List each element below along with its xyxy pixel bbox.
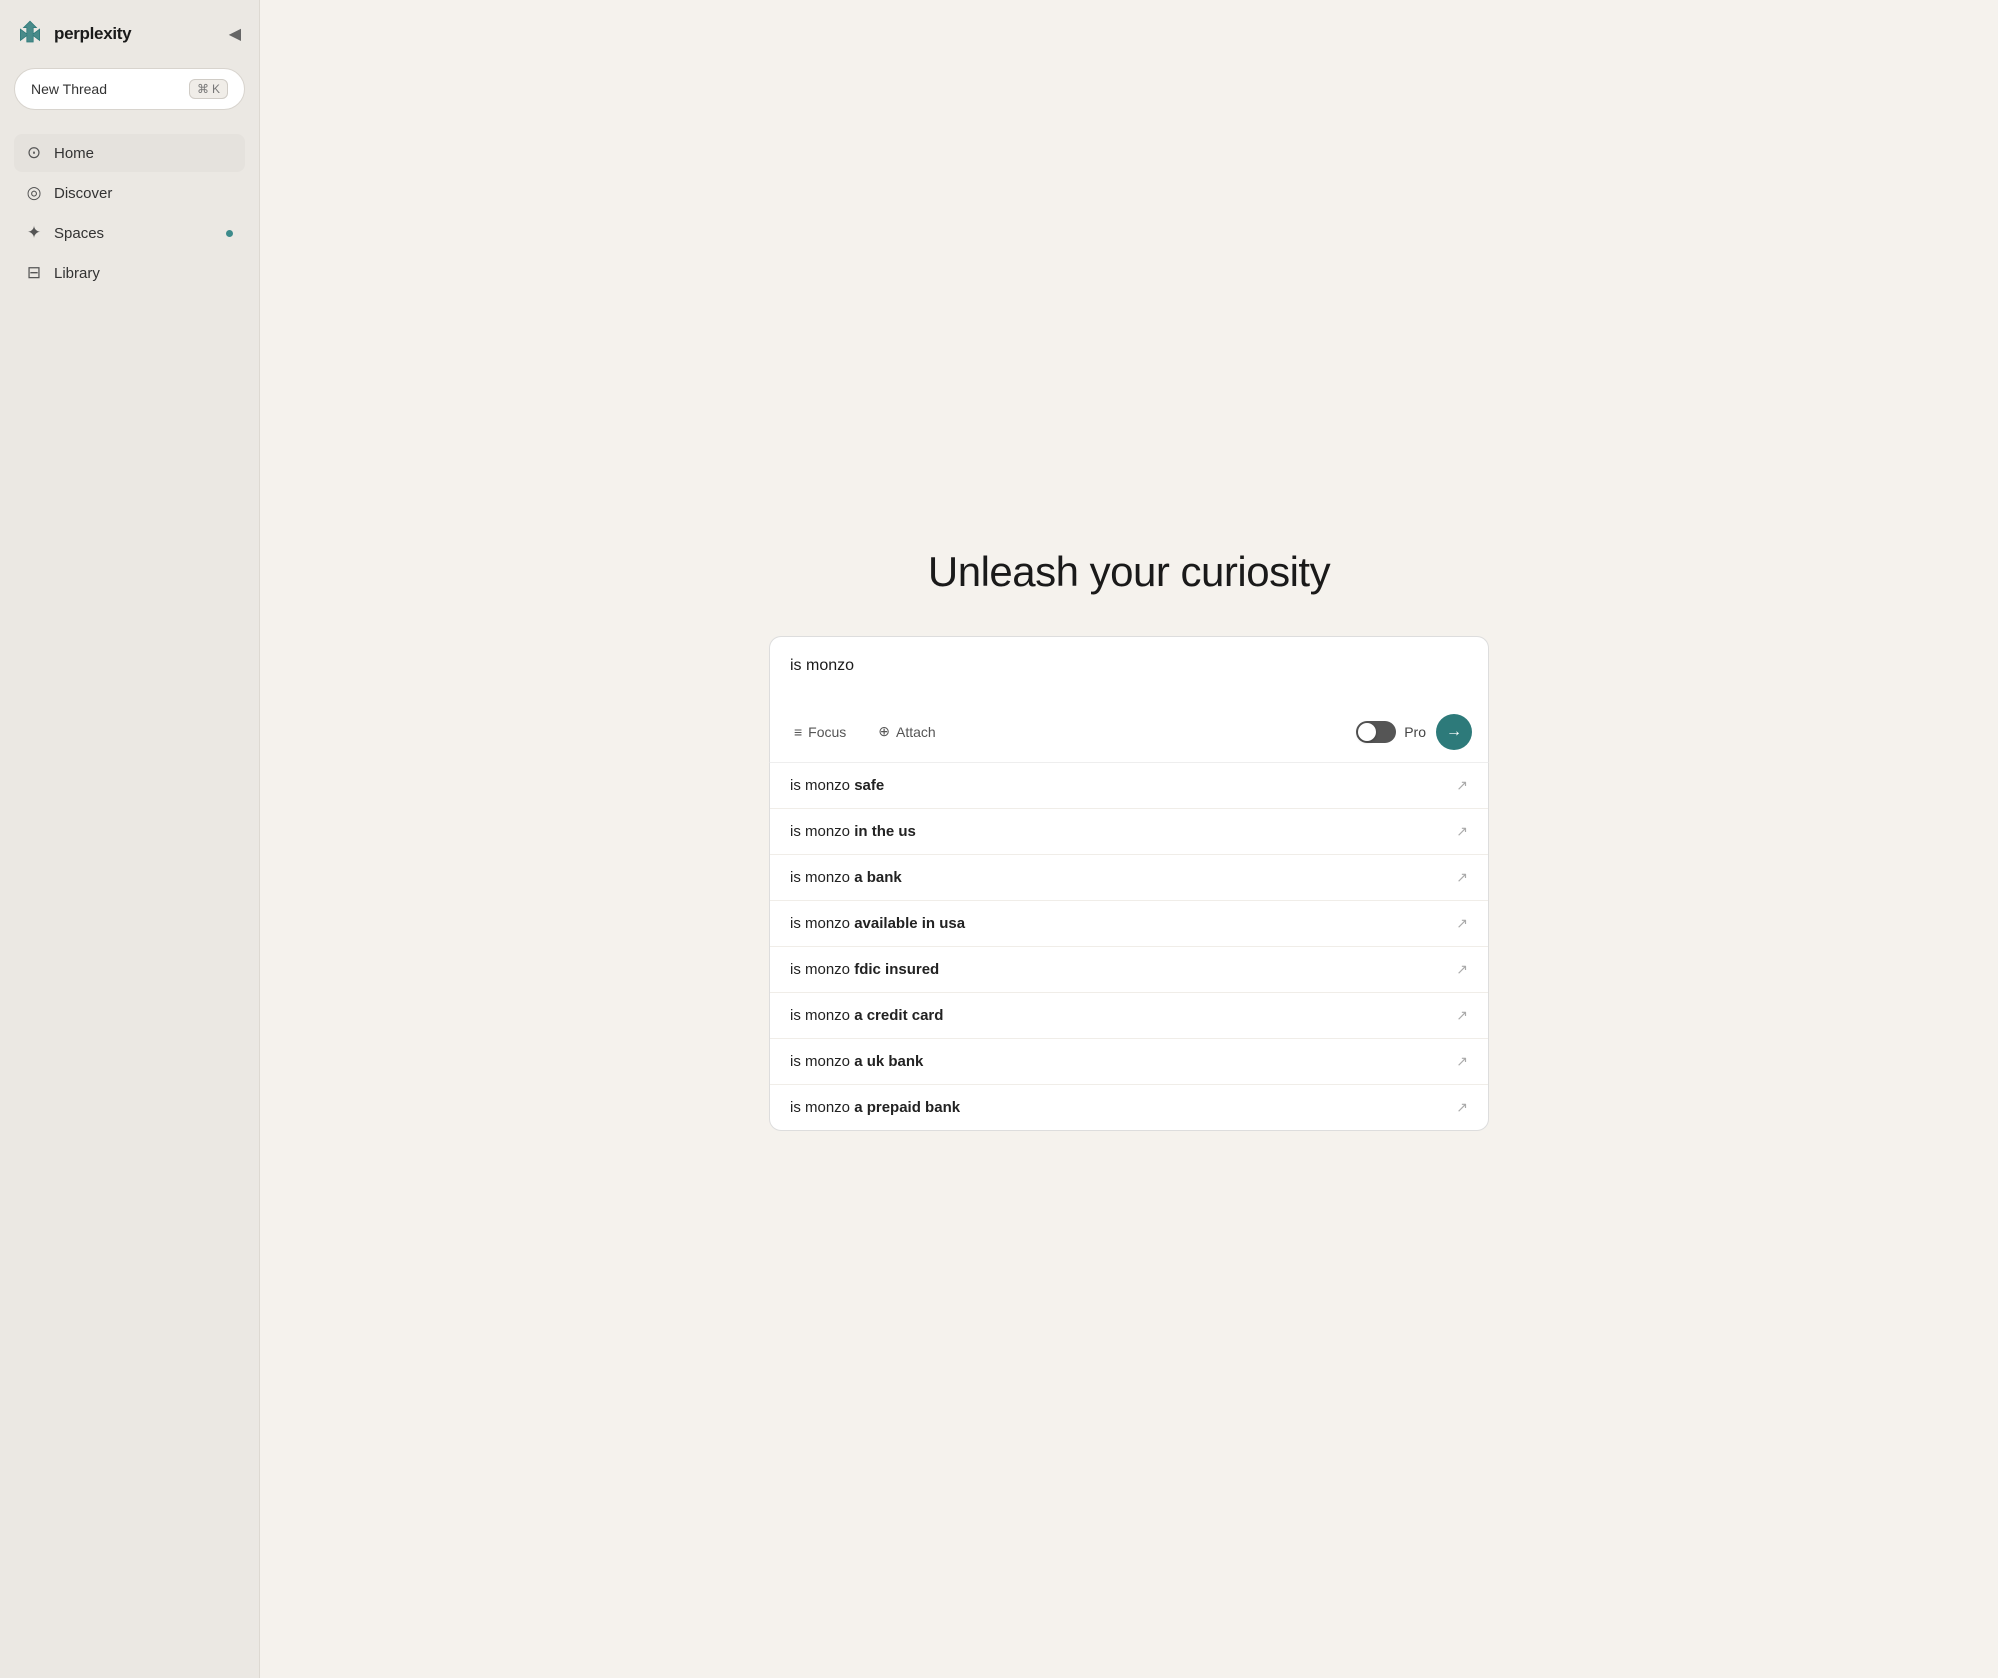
sidebar-header: perplexity ◀ bbox=[14, 18, 245, 50]
nav-items: ⊙ Home ◎ Discover ✦ Spaces ⊟ Library bbox=[14, 134, 245, 292]
pro-label: Pro bbox=[1404, 724, 1426, 740]
autocomplete-arrow-icon: ↗ bbox=[1456, 1099, 1468, 1116]
autocomplete-text: is monzo fdic insured bbox=[790, 961, 939, 978]
search-box: is monzo ≡ Focus ⊕ Attach bbox=[769, 636, 1489, 763]
sidebar-item-label-discover: Discover bbox=[54, 185, 112, 202]
toggle-area: Pro bbox=[1356, 721, 1426, 743]
autocomplete-item[interactable]: is monzo in the us ↗ bbox=[770, 808, 1488, 854]
autocomplete-item[interactable]: is monzo a prepaid bank ↗ bbox=[770, 1084, 1488, 1130]
main-content: Unleash your curiosity is monzo ≡ Focus … bbox=[260, 0, 1998, 1678]
autocomplete-dropdown: is monzo safe ↗ is monzo in the us ↗ is … bbox=[769, 763, 1489, 1131]
toolbar-left: ≡ Focus ⊕ Attach bbox=[786, 719, 944, 744]
autocomplete-text: is monzo safe bbox=[790, 777, 884, 794]
autocomplete-item[interactable]: is monzo fdic insured ↗ bbox=[770, 946, 1488, 992]
headline: Unleash your curiosity bbox=[928, 548, 1330, 596]
library-icon: ⊟ bbox=[24, 263, 44, 283]
toolbar-right: Pro → bbox=[1356, 714, 1472, 750]
pro-toggle[interactable] bbox=[1356, 721, 1396, 743]
sidebar-item-home[interactable]: ⊙ Home bbox=[14, 134, 245, 172]
logo-area: perplexity bbox=[14, 18, 131, 50]
autocomplete-item[interactable]: is monzo available in usa ↗ bbox=[770, 900, 1488, 946]
shortcut-key: K bbox=[212, 82, 220, 96]
autocomplete-text: is monzo in the us bbox=[790, 823, 916, 840]
autocomplete-text: is monzo available in usa bbox=[790, 915, 965, 932]
autocomplete-arrow-icon: ↗ bbox=[1456, 869, 1468, 886]
search-toolbar: ≡ Focus ⊕ Attach Pro bbox=[770, 702, 1488, 762]
app-name: perplexity bbox=[54, 24, 131, 44]
search-input[interactable]: is monzo bbox=[790, 657, 1468, 697]
sidebar-item-label-spaces: Spaces bbox=[54, 225, 104, 242]
focus-icon: ≡ bbox=[794, 724, 802, 740]
autocomplete-item[interactable]: is monzo a uk bank ↗ bbox=[770, 1038, 1488, 1084]
autocomplete-arrow-icon: ↗ bbox=[1456, 823, 1468, 840]
sidebar-item-label-library: Library bbox=[54, 265, 100, 282]
new-thread-label: New Thread bbox=[31, 81, 107, 97]
autocomplete-item[interactable]: is monzo a credit card ↗ bbox=[770, 992, 1488, 1038]
autocomplete-text: is monzo a prepaid bank bbox=[790, 1099, 960, 1116]
autocomplete-text: is monzo a bank bbox=[790, 869, 902, 886]
toggle-knob bbox=[1358, 723, 1376, 741]
perplexity-logo-icon bbox=[14, 18, 46, 50]
sidebar-item-spaces[interactable]: ✦ Spaces bbox=[14, 214, 245, 252]
submit-icon: → bbox=[1446, 723, 1462, 741]
autocomplete-text: is monzo a credit card bbox=[790, 1007, 943, 1024]
collapse-icon: ◀ bbox=[229, 24, 241, 44]
search-wrapper: is monzo ≡ Focus ⊕ Attach bbox=[769, 636, 1489, 1131]
autocomplete-arrow-icon: ↗ bbox=[1456, 915, 1468, 932]
keyboard-shortcut: ⌘ K bbox=[189, 79, 228, 99]
sidebar: perplexity ◀ New Thread ⌘ K ⊙ Home ◎ Dis… bbox=[0, 0, 260, 1678]
home-icon: ⊙ bbox=[24, 143, 44, 163]
autocomplete-arrow-icon: ↗ bbox=[1456, 1053, 1468, 1070]
spaces-notification-dot bbox=[226, 230, 233, 237]
sidebar-collapse-button[interactable]: ◀ bbox=[225, 20, 245, 48]
spaces-icon: ✦ bbox=[24, 223, 44, 243]
attach-button[interactable]: ⊕ Attach bbox=[870, 719, 943, 744]
sidebar-item-discover[interactable]: ◎ Discover bbox=[14, 174, 245, 212]
autocomplete-text: is monzo a uk bank bbox=[790, 1053, 923, 1070]
autocomplete-arrow-icon: ↗ bbox=[1456, 777, 1468, 794]
focus-label: Focus bbox=[808, 724, 846, 740]
attach-label: Attach bbox=[896, 724, 936, 740]
discover-icon: ◎ bbox=[24, 183, 44, 203]
autocomplete-arrow-icon: ↗ bbox=[1456, 1007, 1468, 1024]
submit-button[interactable]: → bbox=[1436, 714, 1472, 750]
search-input-area: is monzo bbox=[770, 637, 1488, 702]
autocomplete-item[interactable]: is monzo a bank ↗ bbox=[770, 854, 1488, 900]
autocomplete-arrow-icon: ↗ bbox=[1456, 961, 1468, 978]
focus-button[interactable]: ≡ Focus bbox=[786, 720, 854, 744]
autocomplete-item[interactable]: is monzo safe ↗ bbox=[770, 763, 1488, 808]
sidebar-item-library[interactable]: ⊟ Library bbox=[14, 254, 245, 292]
shortcut-cmd: ⌘ bbox=[197, 82, 209, 96]
attach-icon: ⊕ bbox=[878, 723, 890, 740]
sidebar-item-label-home: Home bbox=[54, 145, 94, 162]
new-thread-button[interactable]: New Thread ⌘ K bbox=[14, 68, 245, 110]
